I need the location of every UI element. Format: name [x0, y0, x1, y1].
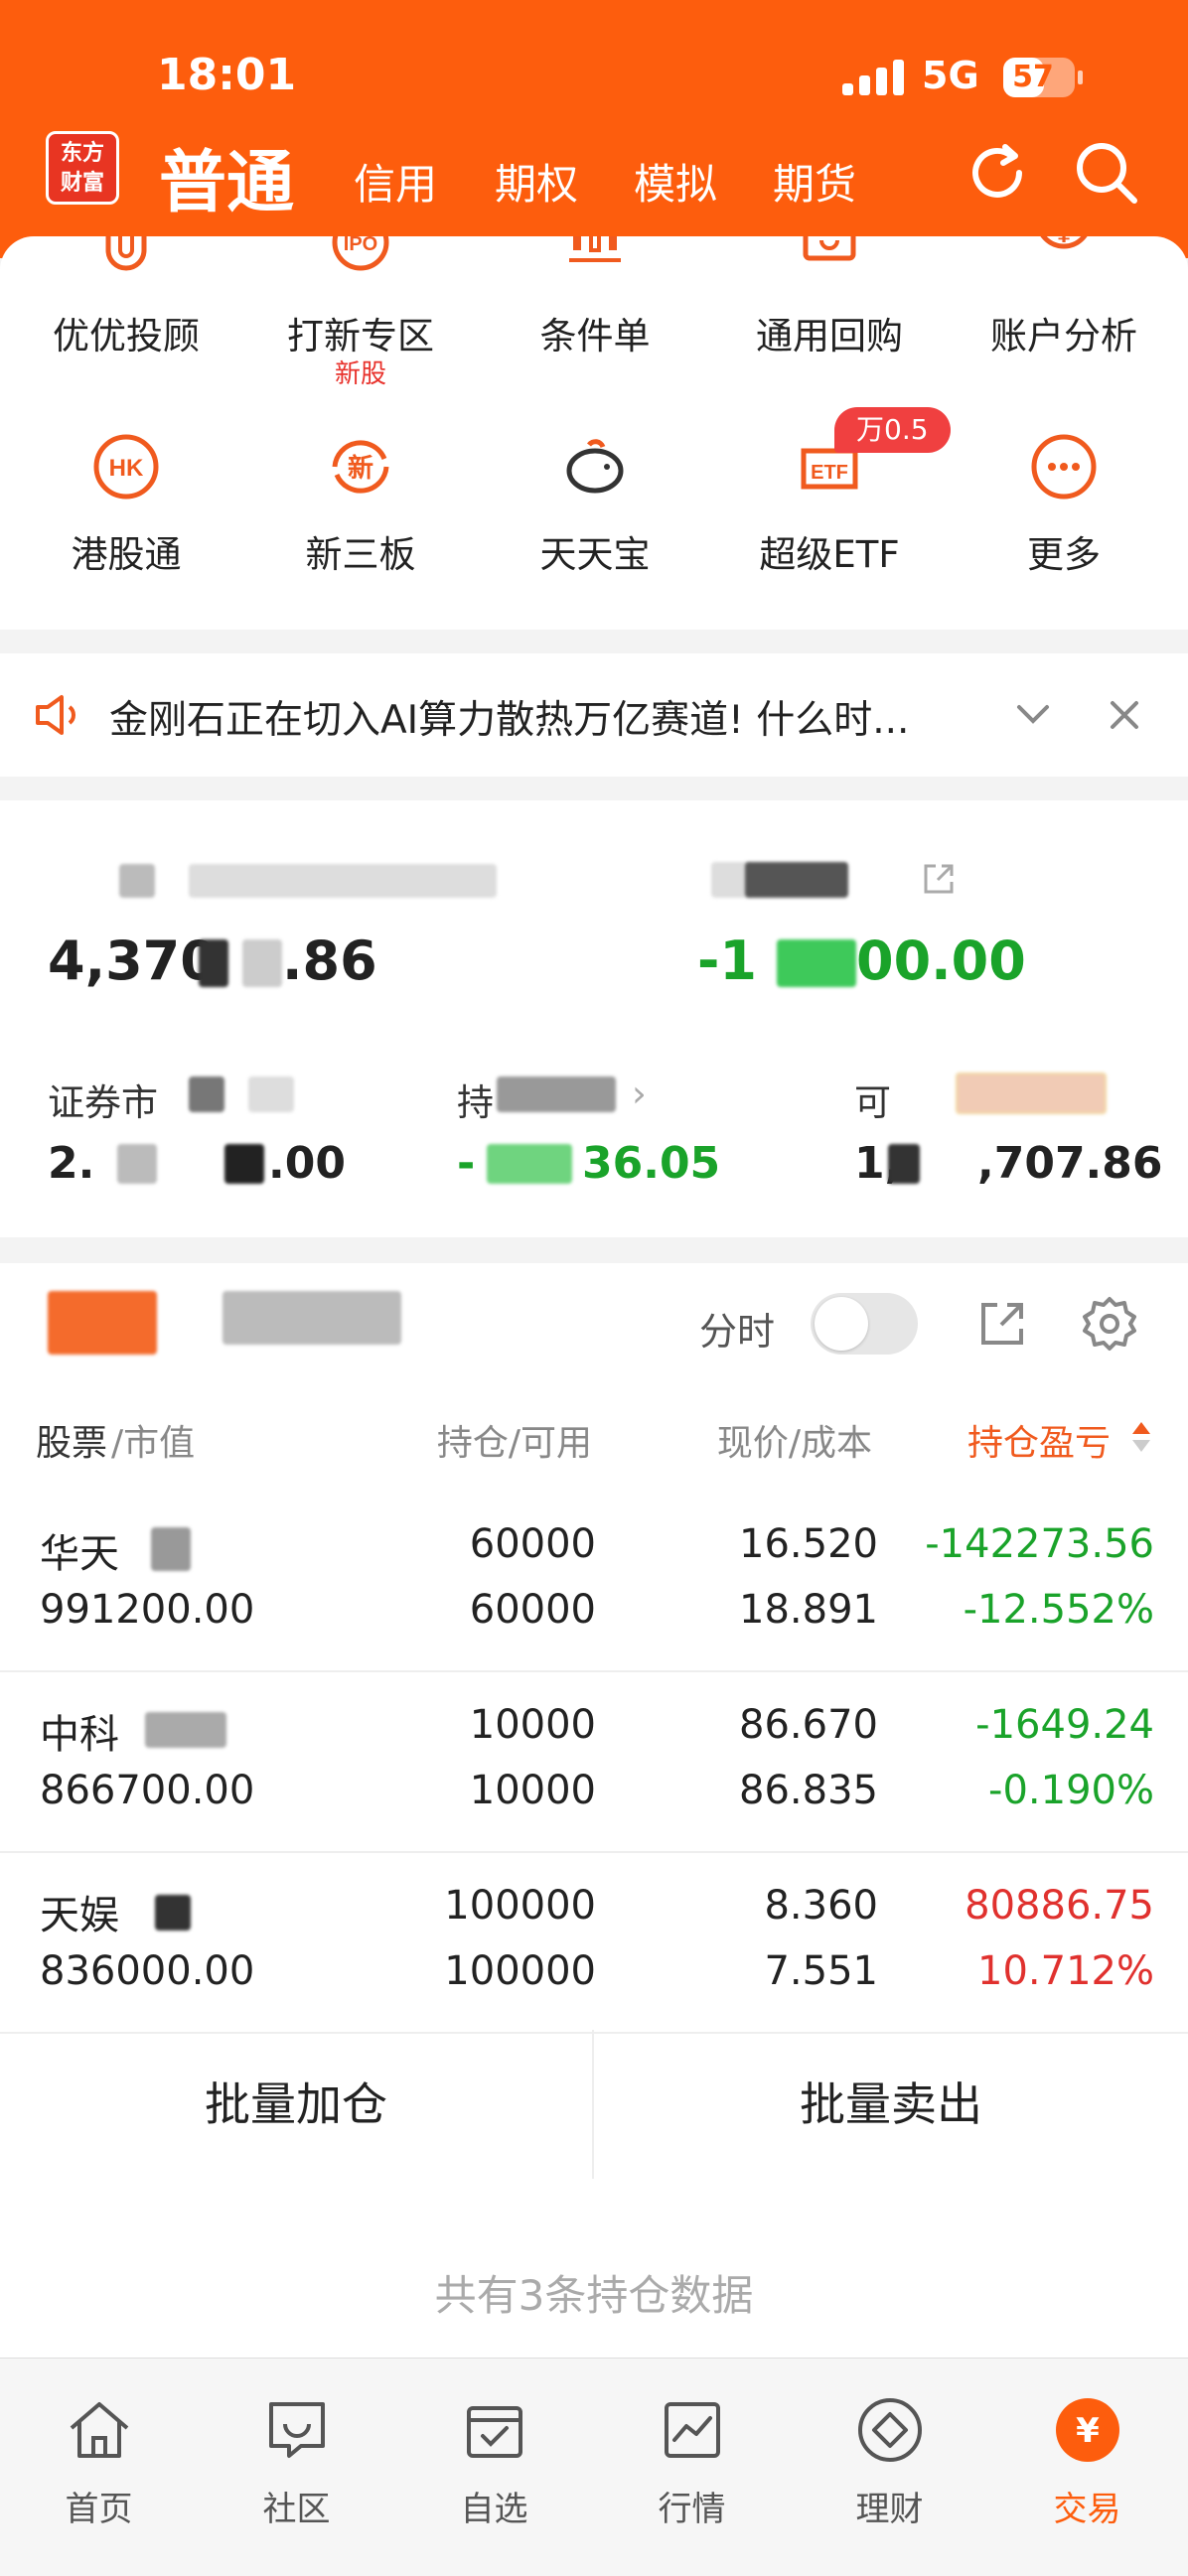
available-b: ,707.86 — [977, 1138, 1163, 1189]
svg-text:新: 新 — [348, 453, 373, 484]
batch-sell-button[interactable]: 批量卖出 — [594, 2030, 1188, 2179]
feature-grid: 优优投顾 IPO 打新专区 新股 条件单 通用回购 ¥ 账户分析 — [0, 236, 1188, 630]
brand-logo: 东方 财富 — [46, 131, 119, 205]
battery-level: 57 — [1012, 60, 1054, 94]
nav-community[interactable]: 社区 — [198, 2359, 395, 2576]
header-pl[interactable]: 持仓盈亏 — [967, 1414, 1111, 1466]
account-analysis-icon: ¥ — [1040, 236, 1088, 249]
search-icon[interactable] — [1071, 137, 1142, 209]
total-pl-b: 00.00 — [856, 930, 1026, 992]
nav-home[interactable]: 首页 — [0, 2359, 198, 2576]
table-row[interactable]: 中科 866700.00 10000 10000 86.670 86.835 -… — [0, 1672, 1188, 1853]
available-label: 可 — [854, 1081, 891, 1124]
tab-futures[interactable]: 期货 — [773, 151, 856, 212]
community-icon — [269, 2402, 325, 2458]
chevron-down-icon[interactable] — [1015, 699, 1051, 729]
sort-icon[interactable] — [1130, 1420, 1152, 1454]
svg-text:¥: ¥ — [1057, 236, 1071, 248]
position-pl-chevron-icon[interactable]: › — [632, 1073, 647, 1115]
network-type: 5G — [922, 54, 979, 97]
close-icon[interactable] — [1107, 697, 1142, 733]
header-holding[interactable]: 持仓/可用 — [358, 1414, 592, 1466]
pl-value: -142273.56 — [925, 1521, 1154, 1567]
tab-normal[interactable]: 普通 — [159, 127, 294, 225]
table-row[interactable]: 华天 991200.00 60000 60000 16.520 18.891 -… — [0, 1492, 1188, 1672]
pl-percent: -0.190% — [988, 1768, 1154, 1813]
header-price[interactable]: 现价/成本 — [636, 1414, 872, 1466]
intraday-label: 分时 — [699, 1310, 776, 1354]
total-assets-a: 4,370 — [48, 930, 218, 992]
status-bar: 18:01 5G 57 — [0, 0, 1188, 119]
wealth-icon — [858, 2398, 922, 2462]
svg-text:ETF: ETF — [811, 462, 848, 484]
pl-percent: -12.552% — [963, 1587, 1154, 1633]
total-assets-b: .86 — [282, 930, 377, 992]
refresh-icon[interactable] — [962, 137, 1033, 209]
signal-icon — [842, 60, 906, 95]
app-header: 18:01 5G 57 东方 财富 普通 信用 期权 模拟 期货 — [0, 0, 1188, 258]
position-pl-label[interactable]: 持 — [457, 1073, 494, 1126]
market-value-a: 2. — [48, 1138, 95, 1189]
svg-text:IPO: IPO — [344, 236, 377, 255]
batch-add-button[interactable]: 批量加仓 — [0, 2030, 594, 2179]
nav-wealth[interactable]: 理财 — [791, 2359, 988, 2576]
condition-order-icon — [569, 236, 621, 262]
tab-credit[interactable]: 信用 — [354, 151, 437, 212]
pl-percent: 10.712% — [977, 1948, 1154, 1994]
market-value-label: 证券市 — [48, 1081, 158, 1124]
nav-watchlist[interactable]: 自选 — [395, 2359, 593, 2576]
header-stock: 股票 — [36, 1423, 108, 1464]
positions-count: 共有3条持仓数据 — [434, 2271, 754, 2320]
announcement-bar[interactable]: 金刚石正在切入AI算力散热万亿赛道! 什么时... — [0, 653, 1188, 777]
table-row[interactable]: 天娱 836000.00 100000 100000 8.360 7.551 8… — [0, 1853, 1188, 2034]
pl-value: 80886.75 — [965, 1883, 1154, 1929]
export-icon[interactable] — [975, 1297, 1029, 1351]
ipo-icon: IPO — [332, 236, 389, 271]
tab-simulation[interactable]: 模拟 — [634, 151, 717, 212]
advisor-icon — [105, 236, 147, 271]
total-pl-a: -1 — [697, 930, 757, 992]
piggy-bank-icon — [566, 439, 624, 494]
header-market-value: /市值 — [111, 1423, 196, 1464]
svg-text:¥: ¥ — [1076, 2411, 1100, 2451]
nav-trade[interactable]: ¥ 交易 — [988, 2359, 1186, 2576]
neeq-icon: 新 — [332, 440, 389, 494]
asset-summary: 4,370 .86 -1 00.00 证券市 2. .00 持 › - 36.0… — [0, 800, 1188, 1237]
intraday-toggle[interactable] — [811, 1293, 918, 1355]
battery-icon: 57 — [1003, 58, 1083, 97]
home-icon — [70, 2402, 129, 2458]
announcement-text: 金刚石正在切入AI算力散热万亿赛道! 什么时... — [109, 698, 910, 743]
position-pl-a: - — [457, 1138, 476, 1189]
positions-panel: 分时 股票 /市值 持仓/可用 现价/成本 持仓盈亏 华天 991200.00 … — [0, 1263, 1188, 2358]
position-pl-b: 36.05 — [582, 1138, 721, 1189]
status-time: 18:01 — [157, 50, 297, 100]
bottom-nav: 首页 社区 自选 行情 理财 ¥ 交易 — [0, 2358, 1188, 2576]
speaker-icon — [36, 695, 75, 735]
share-icon[interactable] — [920, 860, 958, 898]
nav-market[interactable]: 行情 — [593, 2359, 791, 2576]
tab-options[interactable]: 期权 — [495, 151, 578, 212]
repo-icon — [803, 236, 856, 261]
trade-icon: ¥ — [1056, 2398, 1119, 2462]
ipo-new-badge: 新股 — [334, 359, 386, 389]
market-icon — [665, 2402, 720, 2458]
market-value-b: .00 — [268, 1138, 346, 1189]
svg-text:HK: HK — [109, 455, 144, 482]
etf-commission-badge: 万0.5 — [834, 407, 951, 453]
gear-icon[interactable] — [1081, 1295, 1138, 1353]
watchlist-icon — [467, 2406, 522, 2458]
hk-icon: HK — [93, 434, 159, 500]
pl-value: -1649.24 — [975, 1702, 1154, 1748]
more-icon — [1031, 434, 1097, 500]
